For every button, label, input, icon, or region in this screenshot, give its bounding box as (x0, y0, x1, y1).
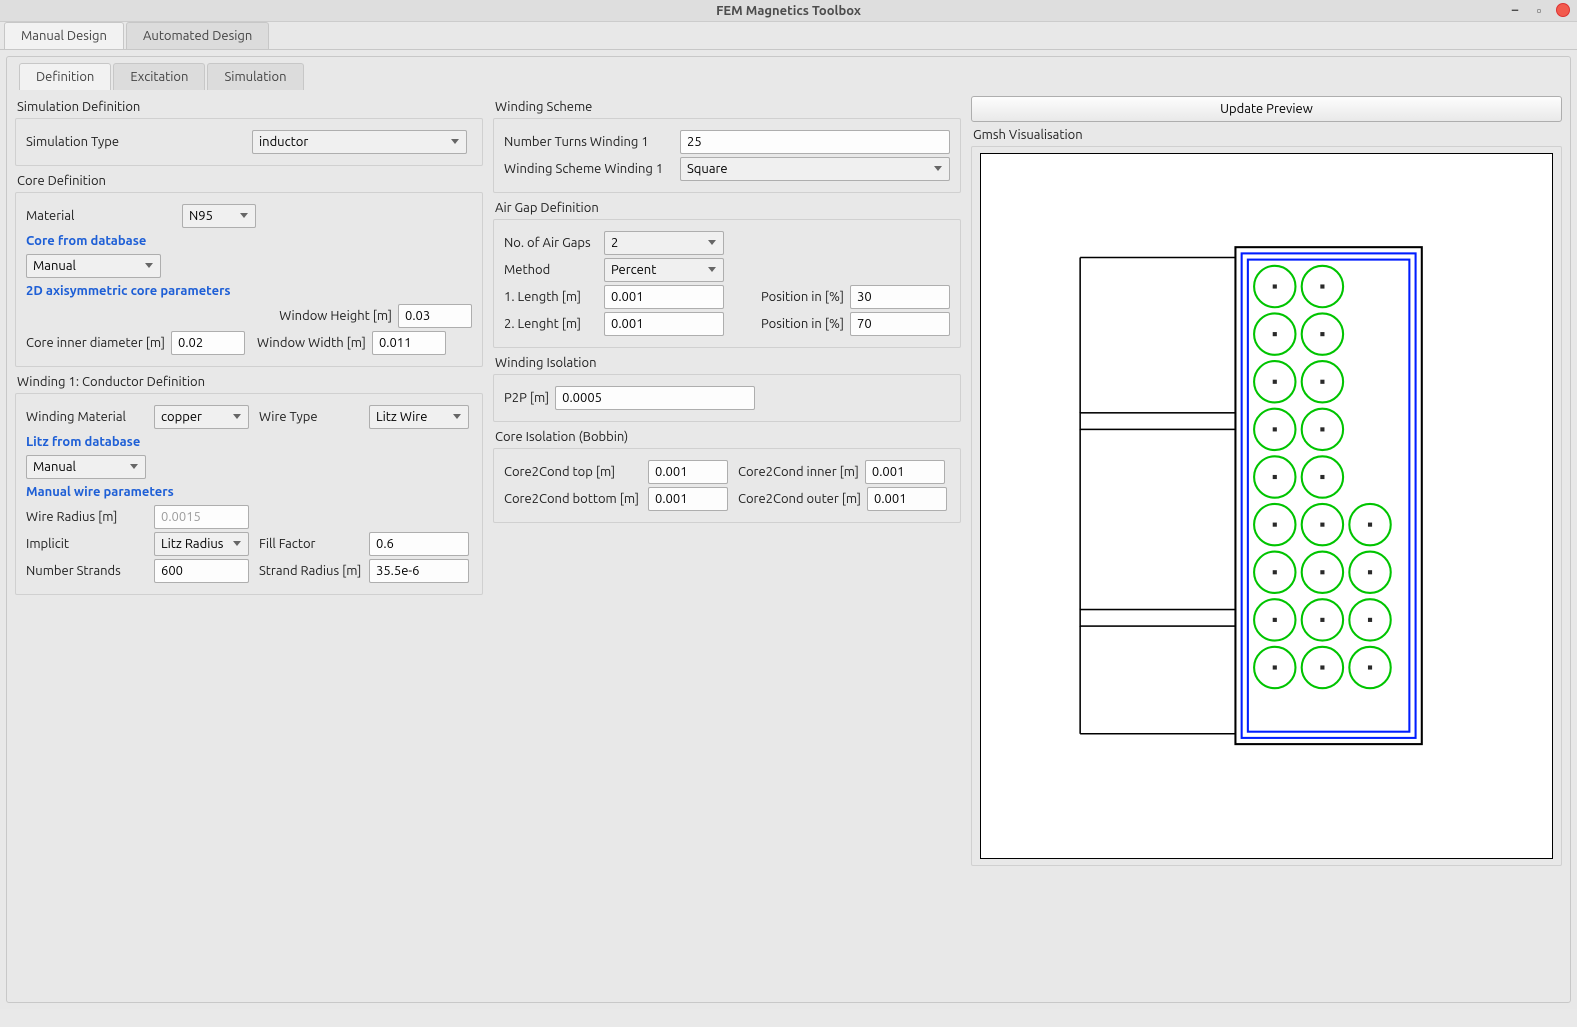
group-core-iso: Core2Cond top [m] Core2Cond inner [m] Co… (493, 448, 961, 523)
tab-excitation[interactable]: Excitation (113, 63, 205, 90)
tab-label: Excitation (130, 70, 188, 84)
group-winding-definition: Winding Material copper Wire Type Litz W… (15, 393, 483, 595)
tab-label: Manual Design (21, 29, 107, 43)
label-pos2: Position in [%] (761, 317, 844, 331)
button-update-preview[interactable]: Update Preview (971, 96, 1562, 122)
label-window-width: Window Width [m] (257, 336, 366, 350)
outer-tabhost: Manual Design Automated Design (0, 22, 1577, 50)
heading-gmsh: Gmsh Visualisation (973, 128, 1562, 142)
maximize-icon[interactable]: ▫ (1531, 2, 1547, 18)
input-window-height[interactable] (398, 304, 472, 328)
select-winding-material[interactable]: copper (154, 405, 249, 429)
tab-simulation[interactable]: Simulation (207, 63, 303, 90)
heading-simulation-definition: Simulation Definition (17, 100, 483, 114)
label-simulation-type: Simulation Type (26, 135, 246, 149)
select-simulation-type[interactable]: inductor (252, 130, 467, 154)
label-number-strands: Number Strands (26, 564, 148, 578)
label-strand-radius: Strand Radius [m] (259, 564, 363, 578)
label-core-inner-diameter: Core inner diameter [m] (26, 336, 165, 350)
label-p2p: P2P [m] (504, 391, 549, 405)
link-litz-from-database[interactable]: Litz from database (26, 435, 472, 449)
input-c2c-outer[interactable] (867, 487, 947, 511)
title-bar: FEM Magnetics Toolbox – ▫ (0, 0, 1577, 22)
minimize-icon[interactable]: – (1507, 2, 1523, 18)
select-core-db[interactable]: Manual (26, 254, 161, 278)
label-fill-factor: Fill Factor (259, 537, 363, 551)
group-winding-iso: P2P [m] (493, 374, 961, 422)
label-window-height: Window Height [m] (279, 309, 392, 323)
input-c2c-top[interactable] (648, 460, 728, 484)
group-simulation-definition: Simulation Type inductor (15, 118, 483, 166)
close-icon[interactable] (1555, 2, 1571, 18)
label-material: Material (26, 209, 176, 223)
label-wire-radius: Wire Radius [m] (26, 510, 148, 524)
heading-winding-definition: Winding 1: Conductor Definition (17, 375, 483, 389)
input-c2c-bottom[interactable] (648, 487, 728, 511)
input-fill-factor[interactable] (369, 532, 469, 556)
label-c2c-top: Core2Cond top [m] (504, 465, 642, 479)
label-turns: Number Turns Winding 1 (504, 135, 674, 149)
select-litz-db[interactable]: Manual (26, 455, 146, 479)
label-wire-type: Wire Type (259, 410, 363, 424)
label-length1: 1. Length [m] (504, 290, 598, 304)
group-winding-scheme: Number Turns Winding 1 Winding Scheme Wi… (493, 118, 961, 193)
input-length1[interactable] (604, 285, 724, 309)
input-wire-radius (154, 505, 249, 529)
select-implicit[interactable]: Litz Radius (154, 532, 249, 556)
heading-winding-scheme: Winding Scheme (495, 100, 961, 114)
tab-label: Automated Design (143, 29, 252, 43)
heading-winding-iso: Winding Isolation (495, 356, 961, 370)
input-number-strands[interactable] (154, 559, 249, 583)
heading-core-definition: Core Definition (17, 174, 483, 188)
tab-manual-design[interactable]: Manual Design (4, 22, 124, 49)
button-label: Update Preview (1220, 102, 1313, 116)
label-c2c-outer: Core2Cond outer [m] (738, 492, 861, 506)
group-core-definition: Material N95 Core from database Manual 2… (15, 192, 483, 367)
inner-tabhost: Definition Excitation Simulation (15, 63, 1562, 90)
group-airgap: No. of Air Gaps 2 Method Percent 1. Leng… (493, 219, 961, 348)
tab-definition[interactable]: Definition (19, 63, 111, 90)
link-axisymmetric[interactable]: 2D axisymmetric core parameters (26, 284, 472, 298)
label-c2c-bottom: Core2Cond bottom [m] (504, 492, 642, 506)
tab-label: Definition (36, 70, 94, 84)
gmsh-canvas-icon (980, 153, 1553, 859)
input-pos2[interactable] (850, 312, 950, 336)
select-n-airgaps[interactable]: 2 (604, 231, 724, 255)
tab-automated-design[interactable]: Automated Design (126, 22, 269, 49)
select-scheme[interactable]: Square (680, 157, 950, 181)
label-scheme: Winding Scheme Winding 1 (504, 162, 674, 176)
input-c2c-inner[interactable] (865, 460, 945, 484)
select-material[interactable]: N95 (182, 204, 256, 228)
input-window-width[interactable] (372, 331, 446, 355)
heading-core-iso: Core Isolation (Bobbin) (495, 430, 961, 444)
input-pos1[interactable] (850, 285, 950, 309)
tab-label: Simulation (224, 70, 286, 84)
label-implicit: Implicit (26, 537, 148, 551)
input-turns[interactable] (680, 130, 950, 154)
heading-airgap: Air Gap Definition (495, 201, 961, 215)
label-c2c-inner: Core2Cond inner [m] (738, 465, 859, 479)
label-n-airgaps: No. of Air Gaps (504, 236, 598, 250)
input-p2p[interactable] (555, 386, 755, 410)
input-length2[interactable] (604, 312, 724, 336)
link-manual-wire-params[interactable]: Manual wire parameters (26, 485, 472, 499)
label-pos1: Position in [%] (761, 290, 844, 304)
label-method: Method (504, 263, 598, 277)
input-strand-radius[interactable] (369, 559, 469, 583)
label-winding-material: Winding Material (26, 410, 148, 424)
select-method[interactable]: Percent (604, 258, 724, 282)
select-wire-type[interactable]: Litz Wire (369, 405, 469, 429)
window-title: FEM Magnetics Toolbox (716, 4, 861, 18)
input-core-inner-diameter[interactable] (171, 331, 245, 355)
link-core-from-database[interactable]: Core from database (26, 234, 472, 248)
label-length2: 2. Lenght [m] (504, 317, 598, 331)
preview-frame (971, 146, 1562, 866)
